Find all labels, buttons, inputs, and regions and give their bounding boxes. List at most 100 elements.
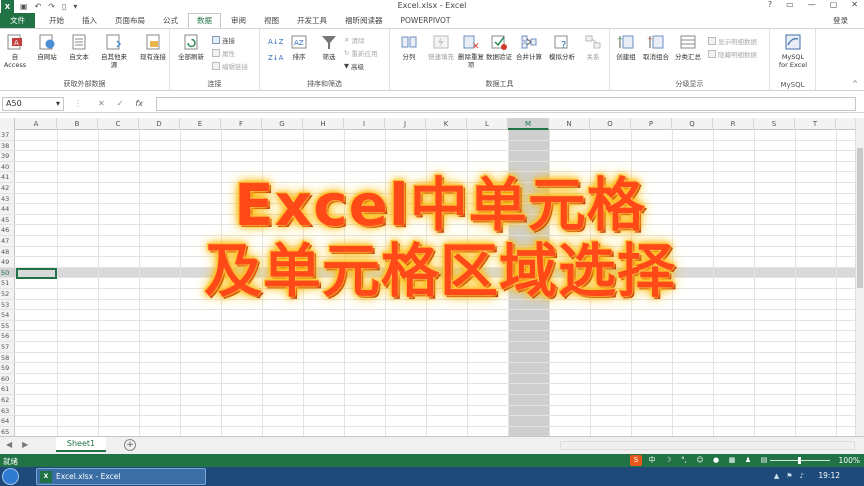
- collapse-ribbon-icon[interactable]: ^: [852, 80, 858, 88]
- row-header-57[interactable]: 57: [0, 342, 15, 352]
- sort-button[interactable]: AZ 排序: [286, 33, 312, 61]
- table-row[interactable]: 50: [0, 267, 855, 279]
- close-button[interactable]: ✕: [851, 0, 858, 9]
- row-header-51[interactable]: 51: [0, 278, 15, 288]
- table-row[interactable]: 39: [0, 151, 855, 162]
- row-header-45[interactable]: 45: [0, 214, 15, 225]
- table-row[interactable]: 55: [0, 320, 855, 332]
- table-row[interactable]: 58: [0, 352, 855, 364]
- table-row[interactable]: 46: [0, 225, 855, 236]
- horizontal-scrollbar[interactable]: [560, 441, 855, 450]
- row-header-64[interactable]: 64: [0, 416, 15, 426]
- tab-foxit-reader[interactable]: 福昕阅读器: [337, 13, 391, 28]
- tab-data[interactable]: 数据: [188, 13, 221, 28]
- tab-view[interactable]: 视图: [256, 13, 287, 28]
- row-header-60[interactable]: 60: [0, 373, 15, 384]
- table-row[interactable]: 44: [0, 204, 855, 215]
- select-all-corner[interactable]: [0, 118, 15, 130]
- what-if-analysis-button[interactable]: ? 模拟分析: [546, 33, 578, 61]
- row-header-38[interactable]: 38: [0, 140, 15, 151]
- table-row[interactable]: 51: [0, 278, 855, 289]
- edit-links-button[interactable]: 编辑链接: [212, 61, 248, 71]
- tray-volume-icon[interactable]: ♪: [800, 472, 804, 480]
- row-header-39[interactable]: 39: [0, 151, 15, 161]
- relationships-button[interactable]: 关系: [580, 33, 606, 61]
- column-header-r[interactable]: R: [713, 118, 754, 130]
- ime-menu-icon[interactable]: ▤: [758, 455, 770, 466]
- column-header-q[interactable]: Q: [672, 118, 713, 130]
- connections-button[interactable]: 连接: [212, 35, 235, 45]
- table-row[interactable]: 37: [0, 130, 855, 141]
- table-row[interactable]: 63: [0, 405, 855, 417]
- tray-flag-icon[interactable]: ⚑: [786, 472, 792, 480]
- row-header-62[interactable]: 62: [0, 395, 15, 405]
- table-row[interactable]: 42: [0, 183, 855, 194]
- confirm-entry-button[interactable]: ✓: [117, 99, 124, 108]
- table-row[interactable]: 60: [0, 373, 855, 385]
- row-header-42[interactable]: 42: [0, 183, 15, 193]
- column-header-i[interactable]: I: [344, 118, 385, 130]
- from-access-button[interactable]: A 自 Access: [2, 33, 28, 69]
- help-button[interactable]: ?: [768, 0, 772, 9]
- reapply-button[interactable]: ↻ 重新应用: [344, 48, 377, 58]
- hide-detail-button[interactable]: 隐藏明细数据: [708, 49, 757, 59]
- ime-smile-icon[interactable]: ☺: [694, 455, 706, 466]
- consolidate-button[interactable]: 合并计算: [514, 33, 544, 61]
- table-row[interactable]: 52: [0, 289, 855, 300]
- row-header-48[interactable]: 48: [0, 246, 15, 257]
- advanced-filter-button[interactable]: ▼ 高级: [344, 61, 364, 71]
- row-header-43[interactable]: 43: [0, 193, 15, 204]
- tab-insert[interactable]: 插入: [74, 13, 105, 28]
- mysql-for-excel-button[interactable]: MySQL for Excel: [776, 33, 810, 69]
- sort-ascending-button[interactable]: A↓Z: [268, 37, 283, 47]
- row-header-50[interactable]: 50: [0, 267, 15, 278]
- table-row[interactable]: 54: [0, 310, 855, 321]
- filter-button[interactable]: 筛选: [316, 33, 342, 61]
- row-header-65[interactable]: 65: [0, 426, 15, 436]
- table-row[interactable]: 45: [0, 214, 855, 226]
- tray-network-icon[interactable]: ▲: [774, 472, 779, 480]
- column-header-j[interactable]: J: [385, 118, 426, 130]
- group-button[interactable]: + 创建组: [612, 33, 640, 61]
- name-box-dropdown-icon[interactable]: ▾: [56, 99, 60, 108]
- clear-filter-button[interactable]: ✕ 清除: [344, 35, 364, 45]
- text-to-columns-button[interactable]: 分列: [396, 33, 422, 61]
- taskbar-item-excel[interactable]: X Excel.xlsx - Excel: [36, 468, 206, 485]
- row-header-63[interactable]: 63: [0, 405, 15, 416]
- table-row[interactable]: 49: [0, 257, 855, 268]
- ime-user-icon[interactable]: ♟: [742, 455, 754, 466]
- subtotal-button[interactable]: 分类汇总: [672, 33, 704, 61]
- column-header-k[interactable]: K: [426, 118, 467, 130]
- vertical-scroll-thumb[interactable]: [857, 148, 863, 288]
- table-row[interactable]: 57: [0, 342, 855, 353]
- properties-button[interactable]: 属性: [212, 48, 235, 58]
- table-row[interactable]: 38: [0, 140, 855, 152]
- formula-input[interactable]: [156, 97, 856, 111]
- column-header-g[interactable]: G: [262, 118, 303, 130]
- row-header-46[interactable]: 46: [0, 225, 15, 235]
- tab-formulas[interactable]: 公式: [155, 13, 186, 28]
- vertical-scrollbar[interactable]: [855, 118, 864, 436]
- column-header-c[interactable]: C: [98, 118, 139, 130]
- taskbar-clock[interactable]: 19:12: [818, 471, 840, 480]
- ime-punct-icon[interactable]: °,: [678, 455, 690, 466]
- tab-home[interactable]: 开始: [41, 13, 72, 28]
- tab-file[interactable]: 文件: [0, 13, 35, 28]
- name-box[interactable]: A50 ▾: [2, 96, 64, 111]
- worksheet-grid[interactable]: ABCDEFGHIJKLMNOPQRST 37 38 39 40 41 42 43 44 45 4…: [0, 118, 864, 436]
- row-header-54[interactable]: 54: [0, 310, 15, 320]
- ime-chinese-icon[interactable]: 中: [646, 455, 658, 466]
- tab-page-layout[interactable]: 页面布局: [107, 13, 153, 28]
- from-web-button[interactable]: 自网站: [34, 33, 60, 61]
- sort-descending-button[interactable]: Z↓A: [268, 53, 283, 63]
- column-header-d[interactable]: D: [139, 118, 180, 130]
- row-header-49[interactable]: 49: [0, 257, 15, 267]
- ungroup-button[interactable]: − 取消组合: [640, 33, 672, 61]
- ime-logo-icon[interactable]: S: [630, 455, 642, 466]
- table-row[interactable]: 48: [0, 246, 855, 258]
- existing-connections-button[interactable]: 现有连接: [138, 33, 168, 61]
- flash-fill-button[interactable]: 快速填充: [424, 33, 458, 61]
- tab-developer[interactable]: 开发工具: [289, 13, 335, 28]
- insert-function-button[interactable]: fx: [135, 99, 143, 108]
- table-row[interactable]: 47: [0, 236, 855, 247]
